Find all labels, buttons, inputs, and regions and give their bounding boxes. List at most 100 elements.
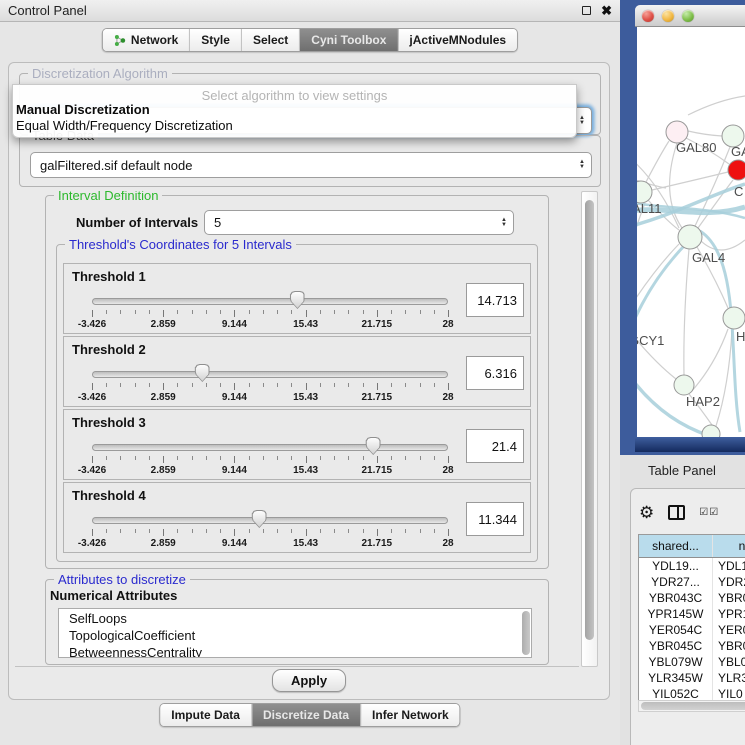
tick-mark [149, 310, 150, 314]
tick-mark [334, 529, 335, 533]
tick-mark [149, 383, 150, 387]
slider-handle[interactable] [290, 291, 305, 309]
slider-handle[interactable] [195, 364, 210, 382]
slider-track[interactable] [92, 444, 448, 451]
tab-infer-network[interactable]: Infer Network [360, 704, 460, 726]
table-cell: YDR27... [639, 574, 713, 590]
threshold-value-field[interactable]: 11.344 [466, 502, 524, 536]
scale-label: 15.43 [293, 319, 318, 330]
table-data-combobox[interactable]: galFiltered.sif default node ▲▼ [30, 152, 592, 178]
threshold-value-field[interactable]: 14.713 [466, 283, 524, 317]
tick-mark [234, 310, 235, 317]
table-row[interactable]: YIL052CYIL0 [639, 686, 745, 701]
tab-style[interactable]: Style [189, 29, 241, 51]
table-row[interactable]: YBL079WYBL0 [639, 654, 745, 670]
number-of-intervals-combobox[interactable]: 5 ▲▼ [204, 210, 514, 235]
slider[interactable]: -3.4262.8599.14415.4321.71528 [92, 290, 448, 332]
network-node[interactable] [702, 425, 720, 437]
vertical-scrollbar[interactable] [581, 191, 598, 667]
close-traffic-light-icon[interactable] [642, 10, 654, 22]
threshold-value-field[interactable]: 6.316 [466, 356, 524, 390]
tick-mark [220, 529, 221, 533]
slider-track[interactable] [92, 298, 448, 305]
tab-jactivemnodules[interactable]: jActiveMNodules [397, 29, 517, 51]
tick-mark [377, 456, 378, 463]
network-node-label[interactable]: HAP2 [686, 394, 720, 409]
network-node[interactable] [674, 375, 694, 395]
table-row[interactable]: YDR27...YDR2 [639, 574, 745, 590]
table-cell: YIL0 [713, 686, 745, 701]
slider[interactable]: -3.4262.8599.14415.4321.71528 [92, 363, 448, 405]
list-item[interactable]: BetweennessCentrality [59, 643, 531, 658]
network-node-label[interactable]: GCY1 [637, 333, 664, 348]
slider-track[interactable] [92, 371, 448, 378]
tick-mark [448, 456, 449, 463]
scale-label: 9.144 [222, 392, 247, 403]
tick-mark [277, 383, 278, 387]
dropdown-option[interactable]: Manual Discretization [13, 102, 576, 118]
tab-select[interactable]: Select [241, 29, 299, 51]
network-node-label[interactable]: GAL11 [637, 201, 662, 216]
zoom-traffic-light-icon[interactable] [682, 10, 694, 22]
attributes-group: Attributes to discretize Numerical Attri… [45, 579, 549, 665]
slider-handle[interactable] [252, 510, 267, 528]
network-node-label[interactable]: GAL [731, 144, 745, 159]
network-node[interactable] [678, 225, 702, 249]
slider-track[interactable] [92, 517, 448, 524]
attributes-listbox[interactable]: SelfLoopsTopologicalCoefficientBetweenne… [58, 608, 532, 658]
column-header[interactable]: na [713, 535, 745, 557]
slider[interactable]: -3.4262.8599.14415.4321.71528 [92, 509, 448, 551]
table-row[interactable]: YBR043CYBR0 [639, 590, 745, 606]
network-node-label[interactable]: H [736, 329, 745, 344]
list-item[interactable]: SelfLoops [59, 609, 531, 626]
slider[interactable]: -3.4262.8599.14415.4321.71528 [92, 436, 448, 478]
tab-cyni-toolbox[interactable]: Cyni Toolbox [299, 29, 397, 51]
tick-mark [206, 310, 207, 314]
tick-mark [405, 529, 406, 533]
float-window-icon[interactable] [582, 6, 591, 15]
scale-label: 21.715 [362, 392, 393, 403]
network-edge [700, 240, 745, 250]
scrollbar-thumb[interactable] [641, 702, 745, 710]
network-node-label[interactable]: GAL80 [676, 140, 716, 155]
tab-discretize-data[interactable]: Discretize Data [251, 704, 360, 726]
apply-button[interactable]: Apply [272, 669, 346, 692]
list-scrollbar[interactable] [522, 611, 530, 655]
network-node[interactable] [723, 307, 745, 329]
table-row[interactable]: YBR045CYBR0 [639, 638, 745, 654]
tick-mark [334, 383, 335, 387]
minimize-traffic-light-icon[interactable] [662, 10, 674, 22]
table-cell: YER0 [713, 622, 745, 638]
table-row[interactable]: YPR145WYPR1 [639, 606, 745, 622]
network-window-titlebar[interactable] [635, 5, 745, 27]
dropdown-option[interactable]: Equal Width/Frequency Discretization [13, 118, 576, 134]
dropdown-placeholder-option[interactable]: Select algorithm to view settings [13, 85, 576, 102]
tick-mark [177, 383, 178, 387]
column-header[interactable]: shared... [639, 535, 713, 557]
list-item[interactable]: TopologicalCoefficient [59, 626, 531, 643]
network-node[interactable] [728, 160, 745, 180]
tab-impute-data[interactable]: Impute Data [160, 704, 251, 726]
scale-label: -3.426 [78, 392, 106, 403]
horizontal-scrollbar[interactable] [638, 700, 745, 712]
network-node-label[interactable]: C [734, 184, 743, 199]
tick-mark [334, 456, 335, 460]
threshold-value-field[interactable]: 21.4 [466, 429, 524, 463]
node-table[interactable]: shared...naYDL19...YDL1YDR27...YDR2YBR04… [638, 534, 745, 701]
tick-mark [434, 456, 435, 460]
slider-handle[interactable] [366, 437, 381, 455]
table-row[interactable]: YER054CYER0 [639, 622, 745, 638]
tab-network[interactable]: Network [103, 29, 189, 51]
scrollbar-thumb[interactable] [585, 200, 594, 640]
table-row[interactable]: YDL19...YDL1 [639, 558, 745, 574]
network-node-label[interactable]: GAL4 [692, 250, 725, 265]
columns-icon[interactable] [668, 505, 685, 520]
scale-label: 28 [442, 538, 453, 549]
table-row[interactable]: YLR345WYLR3 [639, 670, 745, 686]
checkbox-icons[interactable]: ☑☑ [699, 507, 719, 518]
table-cell: YER054C [639, 622, 713, 638]
close-icon[interactable]: ✖ [601, 4, 612, 17]
scale-label: 9.144 [222, 319, 247, 330]
gear-icon[interactable]: ⚙ [639, 504, 654, 521]
network-canvas[interactable]: GAL80 GAL C GAL11 GAL4 GCY1 H HAP2 [637, 27, 745, 437]
